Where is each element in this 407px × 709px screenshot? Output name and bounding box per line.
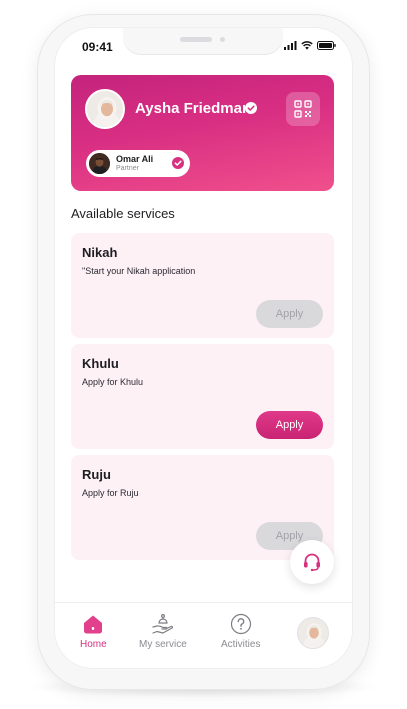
verified-badge-icon <box>245 102 257 114</box>
section-title: Available services <box>71 206 175 221</box>
partner-chip[interactable]: Omar Ali Partner <box>86 150 190 177</box>
service-description: "Start your Nikah application <box>82 266 196 276</box>
headset-icon <box>304 553 320 572</box>
nav-profile-avatar[interactable] <box>297 617 329 649</box>
status-time: 09:41 <box>82 40 113 54</box>
notch <box>123 28 283 54</box>
partner-photo-icon <box>89 153 110 174</box>
hands-icon <box>152 614 173 634</box>
partner-name: Omar Ali <box>116 154 154 164</box>
apply-button-nikah[interactable]: Apply <box>256 300 323 328</box>
profile-name: Aysha Friedman <box>135 100 252 117</box>
service-description: Apply for Khulu <box>82 377 144 387</box>
avatar[interactable] <box>85 89 125 129</box>
service-name: Ruju <box>82 467 111 482</box>
nav-activities[interactable]: Activities <box>221 613 260 650</box>
support-button[interactable] <box>290 540 334 584</box>
service-card-khulu: Khulu Apply for Khulu Apply <box>71 344 334 449</box>
question-circle-icon <box>230 613 251 635</box>
status-icons <box>284 41 336 50</box>
app-screen: 09:41 Aysha Friedman Omar Ali Partner Av… <box>55 28 352 668</box>
apply-button-khulu[interactable]: Apply <box>256 411 323 439</box>
bottom-navigation: Home My service Activities <box>55 602 352 668</box>
qr-code-button[interactable] <box>286 92 320 126</box>
nav-label-my-service: My service <box>139 639 187 650</box>
battery-icon <box>317 41 336 50</box>
service-card-ruju: Ruju Apply for Ruju Apply <box>71 455 334 560</box>
service-card-nikah: Nikah "Start your Nikah application Appl… <box>71 233 334 338</box>
partner-verified-icon <box>172 157 184 169</box>
home-icon <box>84 615 103 634</box>
nav-my-service[interactable]: My service <box>139 613 187 650</box>
profile-card: Aysha Friedman Omar Ali Partner <box>71 75 334 191</box>
nav-label-activities: Activities <box>221 639 261 650</box>
service-description: Apply for Ruju <box>82 488 139 498</box>
user-photo-icon <box>87 91 123 127</box>
nav-home[interactable]: Home <box>80 613 107 650</box>
partner-avatar <box>89 153 110 174</box>
wifi-icon <box>301 41 313 50</box>
profile-photo-icon <box>298 618 328 648</box>
nav-label-home: Home <box>80 639 107 650</box>
speaker <box>180 37 212 42</box>
service-name: Nikah <box>82 245 118 260</box>
camera <box>220 37 225 42</box>
service-name: Khulu <box>82 356 119 371</box>
partner-role: Partner <box>116 165 139 172</box>
signal-icon <box>284 41 297 50</box>
qr-code-icon <box>294 100 312 118</box>
